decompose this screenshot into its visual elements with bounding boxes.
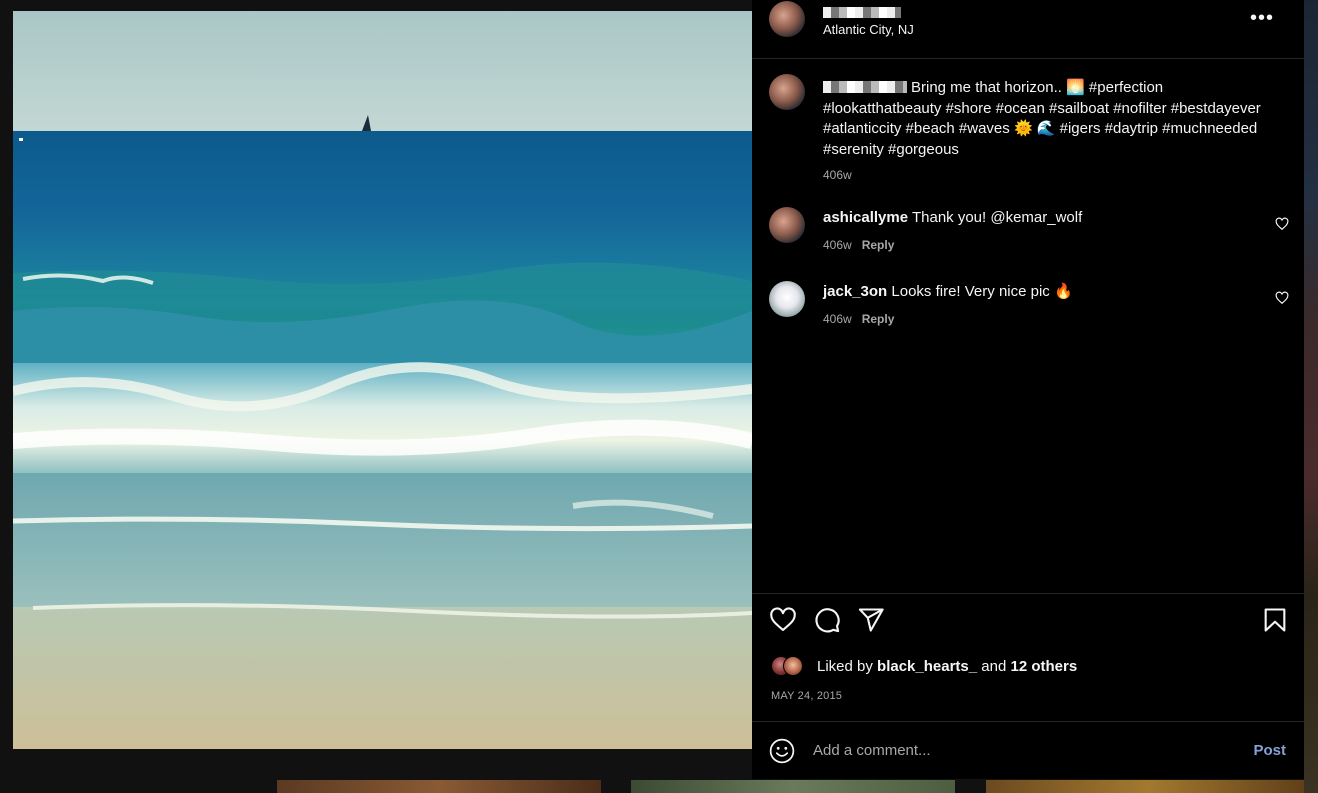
emoji-icon[interactable] [769, 738, 795, 764]
more-icon: ••• [1249, 7, 1274, 29]
post-modal-stage: Atlantic City, NJ ••• Bring me that hori… [0, 0, 1318, 793]
commenter-avatar[interactable] [769, 281, 805, 317]
owner-avatar[interactable] [769, 1, 805, 37]
comment-username[interactable]: jack_3on [823, 283, 887, 300]
background-edge [1304, 0, 1318, 793]
post-location[interactable]: Atlantic City, NJ [823, 22, 914, 37]
small-heart-icon[interactable] [1275, 217, 1289, 231]
actions-divider [752, 593, 1304, 594]
post-comment-button[interactable]: Post [1253, 742, 1286, 759]
post-details-panel: Atlantic City, NJ ••• Bring me that hori… [752, 0, 1304, 779]
heart-icon[interactable] [769, 606, 797, 634]
liked-by-label: Liked by [817, 657, 873, 675]
bookmark-icon[interactable] [1261, 606, 1289, 634]
likes-summary: Liked by black_hearts_ and 12 others [771, 656, 1077, 676]
liker-avatar [783, 656, 803, 676]
liked-by-connector: and [981, 657, 1007, 675]
comment-composer: Post [752, 722, 1304, 779]
beach-ocean-image [13, 11, 752, 749]
comment-icon[interactable] [813, 606, 841, 634]
caption-age: 406w [823, 168, 852, 182]
post-caption: Bring me that horizon.. 🌅 #perfection #l… [769, 74, 1289, 186]
liked-by-others[interactable]: 12 others [1011, 658, 1078, 675]
comment-item: ashicallyme Thank you! @kemar_wolf 406w R… [769, 207, 1289, 255]
owner-avatar[interactable] [769, 74, 805, 110]
comment-username[interactable]: ashicallyme [823, 209, 908, 226]
more-options-button[interactable]: ••• [1250, 8, 1274, 28]
share-icon[interactable] [857, 606, 885, 634]
owner-username-redacted[interactable] [823, 7, 901, 18]
reply-button[interactable]: Reply [862, 312, 895, 326]
caption-username-redacted[interactable] [823, 81, 907, 93]
post-header: Atlantic City, NJ ••• [769, 0, 1289, 58]
small-heart-icon[interactable] [1275, 291, 1289, 305]
commenter-avatar[interactable] [769, 207, 805, 243]
grid-thumbnail[interactable] [986, 780, 1310, 793]
post-date[interactable]: MAY 24, 2015 [771, 690, 842, 702]
grid-thumbnail[interactable] [631, 780, 955, 793]
liked-by-user[interactable]: black_hearts_ [877, 658, 977, 675]
comment-text: Thank you! @kemar_wolf [911, 209, 1083, 226]
reply-button[interactable]: Reply [862, 238, 895, 252]
grid-thumbnail[interactable] [277, 780, 601, 793]
header-divider [752, 58, 1304, 59]
comment-item: jack_3on Looks fire! Very nice pic 🔥 406… [769, 281, 1289, 329]
action-bar [769, 606, 1289, 638]
post-photo[interactable] [13, 11, 752, 749]
comment-input[interactable] [813, 742, 1254, 759]
comment-text: Looks fire! Very nice pic 🔥 [891, 283, 1073, 300]
comment-age: 406w [823, 312, 852, 326]
liker-avatars[interactable] [771, 656, 811, 676]
comment-age: 406w [823, 238, 852, 252]
